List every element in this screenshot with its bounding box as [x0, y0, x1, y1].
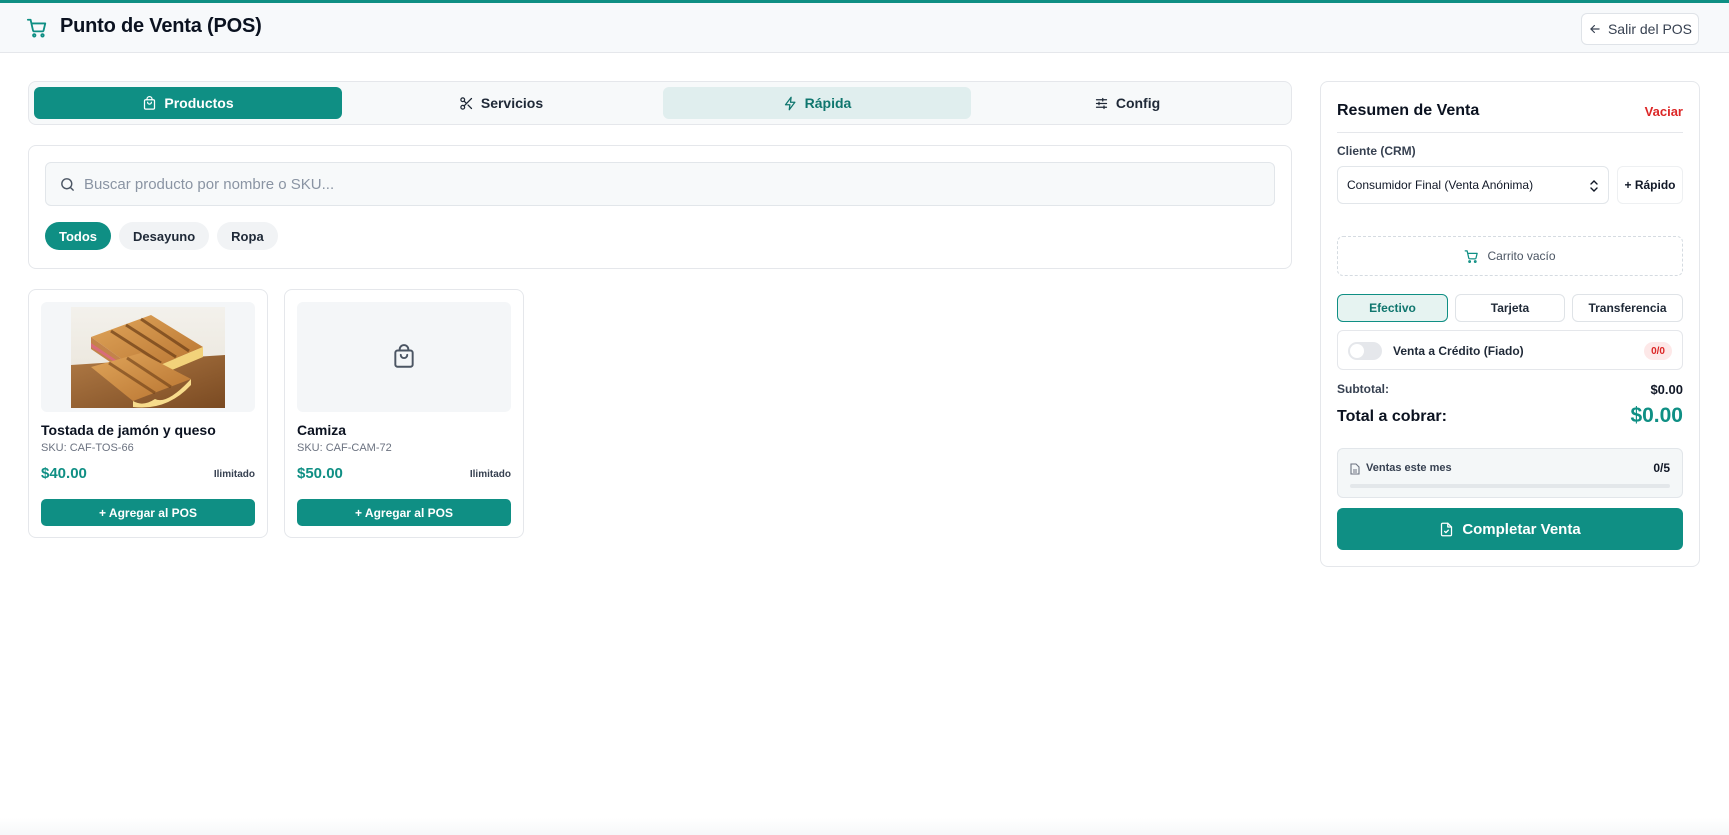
credit-badge: 0/0 [1644, 342, 1672, 360]
cart-icon [1465, 249, 1479, 263]
tab-rapida[interactable]: Rápida [663, 87, 971, 119]
category-chip-ropa[interactable]: Ropa [217, 222, 278, 250]
product-stock: Ilimitado [213, 469, 255, 480]
arrow-left-icon [1590, 24, 1600, 34]
cart-icon [26, 18, 47, 38]
tab-label: Servicios [480, 95, 544, 111]
sale-summary-panel: Resumen de Venta Vaciar Cliente (CRM) Co… [1320, 81, 1700, 567]
product-name: Tostada de jamón y queso [41, 422, 216, 438]
tab-config[interactable]: Config [973, 87, 1281, 119]
subtotal-label: Subtotal: [1337, 382, 1389, 396]
total-label: Total a cobrar: [1337, 408, 1447, 425]
sandwich-photo [71, 307, 225, 408]
client-select[interactable]: Consumidor Final (Venta Anónima) [1337, 166, 1609, 204]
product-sku: SKU: CAF-CAM-72 [297, 442, 392, 454]
bolt-icon [784, 96, 796, 110]
scissors-icon [460, 96, 472, 110]
tab-productos[interactable]: Productos [34, 87, 342, 119]
bag-icon [144, 95, 156, 110]
payment-efectivo[interactable]: Efectivo [1337, 294, 1448, 322]
client-selected-value: Consumidor Final (Venta Anónima) [1347, 178, 1534, 192]
product-card[interactable]: Tostada de jamón y queso SKU: CAF-TOS-66… [28, 289, 268, 538]
product-stock: Ilimitado [469, 469, 511, 480]
category-filters: Todos Desayuno Ropa [45, 222, 278, 250]
product-image [41, 302, 255, 412]
product-image [297, 302, 511, 412]
client-label: Cliente (CRM) [1337, 144, 1416, 158]
document-icon [1350, 463, 1360, 475]
complete-sale-button[interactable]: Completar Venta [1337, 508, 1683, 550]
pos-tabs: Productos Servicios Rápida Config [28, 81, 1292, 125]
clear-cart-button[interactable]: Vaciar [1645, 104, 1683, 119]
toggle-knob [1350, 344, 1364, 358]
search-input[interactable] [84, 163, 1264, 205]
exit-pos-label: Salir del POS [1607, 21, 1693, 37]
add-to-pos-button[interactable]: + Agregar al POS [41, 499, 255, 526]
payment-tarjeta[interactable]: Tarjeta [1455, 294, 1565, 322]
product-name: Camiza [297, 422, 347, 438]
credit-sale-row: Venta a Crédito (Fiado) 0/0 [1337, 330, 1683, 370]
bag-placeholder-icon [394, 344, 414, 368]
subtotal-value: $0.00 [1650, 382, 1683, 397]
product-price: $50.00 [297, 465, 343, 482]
monthly-sales-progress [1350, 484, 1670, 488]
search-icon [61, 178, 74, 191]
credit-label: Venta a Crédito (Fiado) [1393, 344, 1524, 358]
tab-label: Productos [164, 95, 234, 111]
quick-client-button[interactable]: + Rápido [1617, 166, 1683, 204]
monthly-sales-box: Ventas este mes 0/5 [1337, 448, 1683, 498]
add-to-pos-button[interactable]: + Agregar al POS [297, 499, 511, 526]
summary-divider [1337, 132, 1683, 133]
tab-label: Rápida [804, 95, 852, 111]
product-card[interactable]: Camiza SKU: CAF-CAM-72 $50.00 Ilimitado … [284, 289, 524, 538]
category-chip-desayuno[interactable]: Desayuno [119, 222, 210, 250]
monthly-sales-label: Ventas este mes [1366, 462, 1452, 474]
tab-servicios[interactable]: Servicios [347, 87, 655, 119]
total-value: $0.00 [1630, 404, 1683, 427]
empty-cart-notice: Carrito vacío [1337, 236, 1683, 276]
empty-cart-text: Carrito vacío [1487, 249, 1556, 263]
document-check-icon [1441, 522, 1453, 536]
sliders-icon [1095, 97, 1107, 109]
category-chip-todos[interactable]: Todos [45, 222, 112, 250]
credit-toggle[interactable] [1348, 342, 1382, 360]
tab-label: Config [1115, 95, 1161, 111]
bottom-edge [0, 818, 1729, 835]
product-price: $40.00 [41, 465, 87, 482]
select-arrows-icon [1590, 180, 1598, 192]
monthly-sales-value: 0/5 [1653, 461, 1670, 475]
search-box [45, 162, 1275, 206]
product-sku: SKU: CAF-TOS-66 [41, 442, 134, 454]
summary-title: Resumen de Venta [1337, 102, 1480, 119]
complete-sale-label: Completar Venta [1462, 520, 1581, 538]
payment-transferencia[interactable]: Transferencia [1572, 294, 1683, 322]
app-header: Punto de Venta (POS) Salir del POS [0, 3, 1729, 53]
page-title: Punto de Venta (POS) [60, 15, 262, 37]
exit-pos-button[interactable]: Salir del POS [1581, 13, 1699, 45]
product-search-card: Todos Desayuno Ropa [28, 145, 1292, 269]
